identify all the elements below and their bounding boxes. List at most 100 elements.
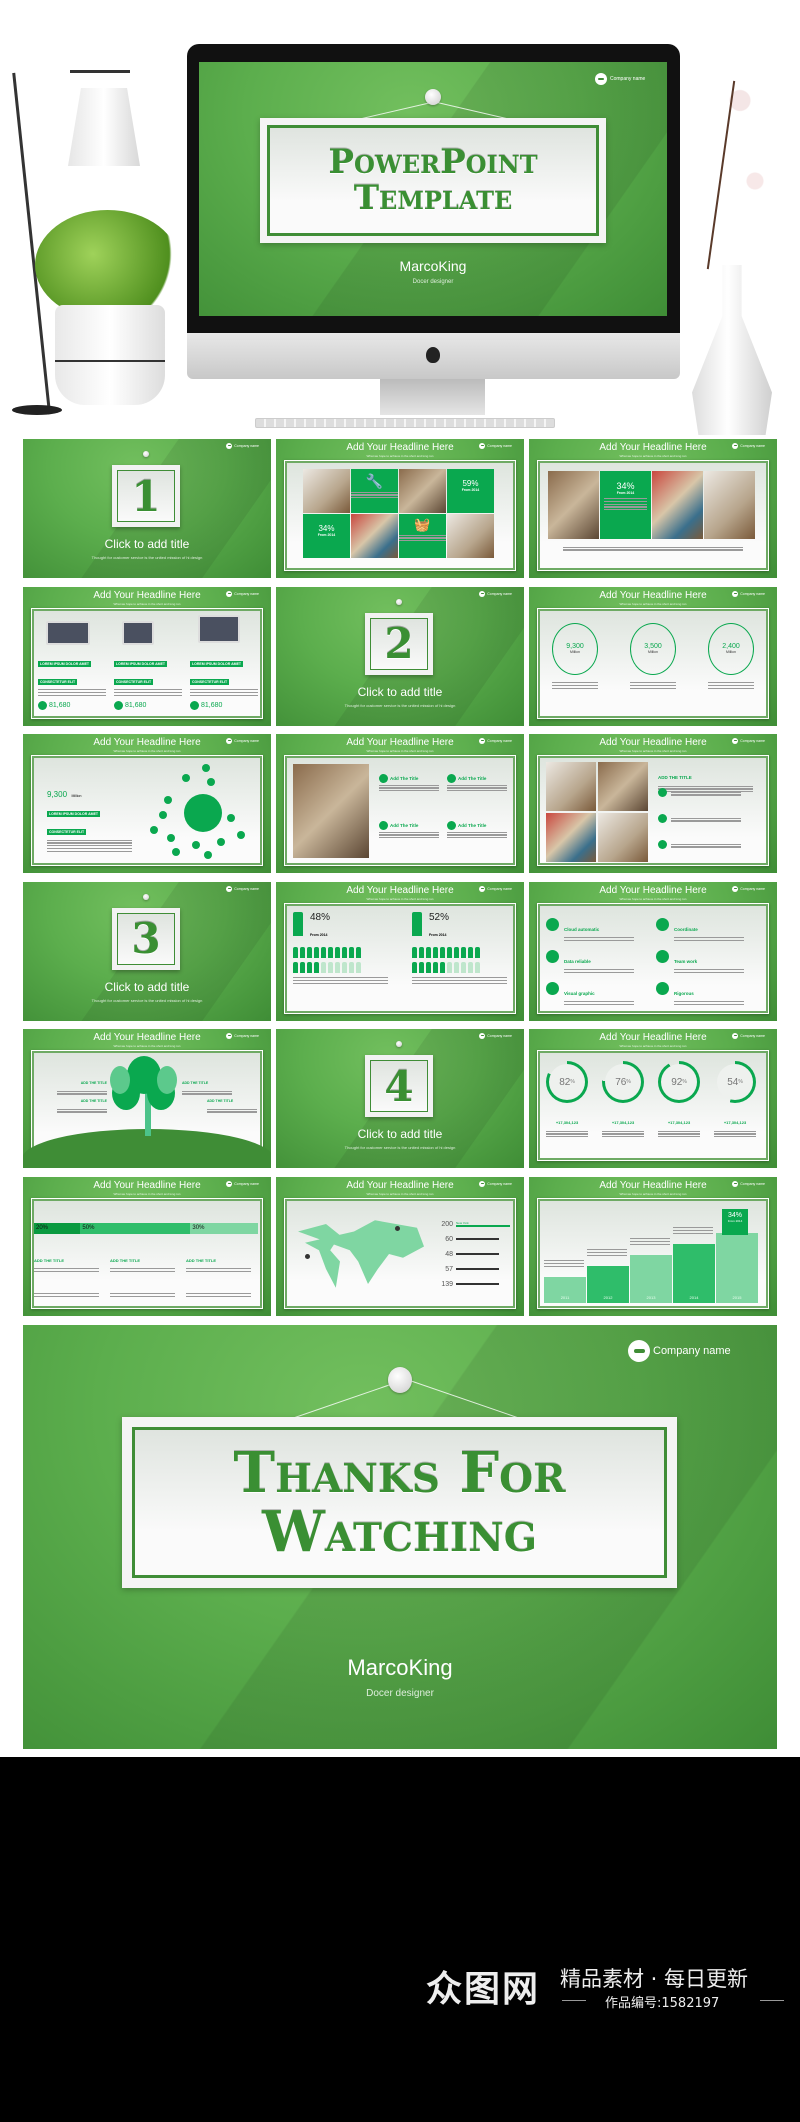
- : Add The Title: [447, 821, 507, 840]
- user-node-icon: [164, 796, 172, 804]
- slide-thumbnail[interactable]: Add Your Headline Here What we hope to a…: [276, 439, 524, 578]
- slide-thumbnail[interactable]: Add Your Headline Here What we hope to a…: [529, 586, 777, 726]
- photo: [598, 813, 648, 862]
- placeholder-text: [293, 977, 388, 984]
- placeholder-text: [379, 831, 439, 839]
- person-icon: [419, 946, 424, 958]
- slide-thumbnail[interactable]: Add Your Headline Here What we hope to a…: [276, 1176, 524, 1316]
- placeholder-text: [674, 937, 744, 942]
- : [587, 1248, 627, 1258]
- person-icon: [454, 961, 459, 973]
- : [630, 681, 676, 691]
- slide-thumbnail[interactable]: Add Your Headline Here What we hope to a…: [529, 1176, 777, 1316]
- user-icon: [190, 700, 199, 710]
- pin: [388, 1367, 412, 1393]
- tree-crown: [157, 1066, 177, 1094]
- placeholder-text: [587, 1249, 627, 1256]
- placeholder-text: [34, 1293, 99, 1298]
- : [552, 681, 598, 691]
- placeholder-text: [186, 1293, 251, 1298]
- slide-thumbnail[interactable]: Add Your Headline Here What we hope to a…: [529, 734, 777, 873]
- company-logo: Company name: [226, 738, 259, 744]
- company-logo: Company name: [479, 738, 512, 744]
- stat-value: +17,304,123: [611, 1120, 635, 1125]
- : ADD THE TITLE: [110, 1249, 175, 1299]
- : LOREM IPSUM DOLOR AMET CONSECTETUR ELIT 81…: [38, 652, 106, 710]
- slide-thumbnail[interactable]: Add Your Headline Here What we hope to a…: [23, 734, 271, 873]
- placeholder-text: [546, 1130, 588, 1138]
- company-logo: Company name: [732, 1180, 765, 1187]
- company-logo: Company name: [479, 443, 512, 449]
- stat-percent: 34%: [318, 524, 335, 533]
- slide-thumbnail[interactable]: Add Your Headline Here What we hope to a…: [529, 439, 777, 578]
- location-marker: [395, 1225, 400, 1231]
- person-icon: [307, 961, 312, 973]
- step-bar: 2015: [716, 1232, 758, 1303]
- slide-thumbnail[interactable]: Add Your Headline Here What we hope to a…: [529, 881, 777, 1021]
- person-icon: [321, 961, 326, 973]
- placeholder-text: [190, 689, 258, 696]
- thanks-line2: Watching: [261, 1498, 538, 1565]
- feature-title: Data reliable: [564, 958, 591, 964]
- slide-thumbnail[interactable]: Add Your Headline Here What we hope to a…: [529, 1029, 777, 1168]
- thanks-slide[interactable]: Company name Thanks For Watching MarcoKi…: [23, 1325, 777, 1749]
- slide-thumbnail[interactable]: Add Your Headline Here What we hope to a…: [23, 586, 271, 726]
- placeholder-text: [671, 843, 741, 848]
- : +17,304,123: [546, 1111, 588, 1139]
- section-number: 1: [131, 471, 161, 521]
- user-node-icon: [202, 764, 210, 772]
- stat-value: +17,304,123: [555, 1120, 579, 1125]
- ring-percent: 82: [559, 1076, 571, 1088]
- : [544, 1259, 584, 1269]
- sun-logo-icon: [479, 590, 486, 597]
- slide-thumbnail[interactable]: Add Your Headline Here What we hope to a…: [276, 734, 524, 873]
- sun-logo-icon: [479, 885, 486, 892]
- feature-icon: [656, 949, 669, 963]
- person-large-icon: [293, 911, 303, 936]
- company-logo: Company name: [732, 590, 765, 597]
- person-icon: [433, 946, 438, 958]
- placeholder-text: [351, 491, 398, 499]
- slide-thumbnail[interactable]: Add Your Headline Here What we hope to a…: [23, 1176, 271, 1316]
- photo: [546, 762, 596, 811]
- placeholder-text: [671, 817, 741, 822]
- slide-subline: What we hope to achieve in the short and…: [366, 749, 434, 753]
- feature-icon: [447, 821, 456, 830]
- feature-title: Cloud automatic: [564, 926, 600, 932]
- placeholder-text: [658, 1130, 700, 1138]
- placeholder-text: [714, 1130, 756, 1138]
- progress-ring: 76%: [602, 1061, 644, 1103]
- sun-logo-icon: [226, 738, 233, 744]
- ring-percent: 76: [615, 1076, 627, 1088]
- stat-percent: 52%: [429, 911, 450, 923]
- : [673, 1226, 713, 1236]
- placeholder-text: [604, 498, 647, 511]
- : Visual graphic: [564, 982, 634, 1007]
- slide-thumbnail[interactable]: Company name 3 Click to add title Though…: [23, 881, 271, 1021]
- slide-subline: What we hope to achieve in the short and…: [113, 749, 181, 753]
- placeholder-text: [110, 1268, 175, 1273]
- placeholder-text: [673, 1227, 713, 1234]
- slide-thumbnail[interactable]: Company name 1 Click to add title Though…: [23, 439, 271, 578]
- slide-thumbnail[interactable]: Company name 4 Click to add title Though…: [276, 1029, 524, 1168]
- stat-value: 57: [445, 1265, 453, 1273]
- feature-icon: [447, 774, 456, 783]
- : Cloud automatic: [564, 918, 634, 943]
- feature-icon: [379, 774, 388, 783]
- hero-title-line1: PowerPoint: [328, 141, 538, 182]
- slide-thumbnail[interactable]: Company name 2 Click to add title Though…: [276, 586, 524, 726]
- section-number: 2: [384, 619, 414, 668]
- stat-value: 9,300: [47, 790, 68, 799]
- placeholder-text: [34, 1268, 99, 1273]
- slide-thumbnail[interactable]: Add Your Headline Here What we hope to a…: [276, 881, 524, 1021]
- person-icon: [475, 946, 480, 958]
- tree-crown: [110, 1066, 130, 1094]
- person-icon: [433, 961, 438, 973]
- person-icon: [293, 961, 298, 973]
- slide-thumbnail[interactable]: Add Your Headline Here What we hope to a…: [23, 1029, 271, 1168]
- : +17,304,123: [714, 1111, 756, 1139]
- slide-subline: What we hope to achieve in the short and…: [619, 601, 687, 606]
- stat-value: 9,300: [566, 643, 584, 650]
- : Add The Title: [447, 774, 507, 793]
- slide-subline: What we hope to achieve in the short and…: [619, 1191, 687, 1196]
